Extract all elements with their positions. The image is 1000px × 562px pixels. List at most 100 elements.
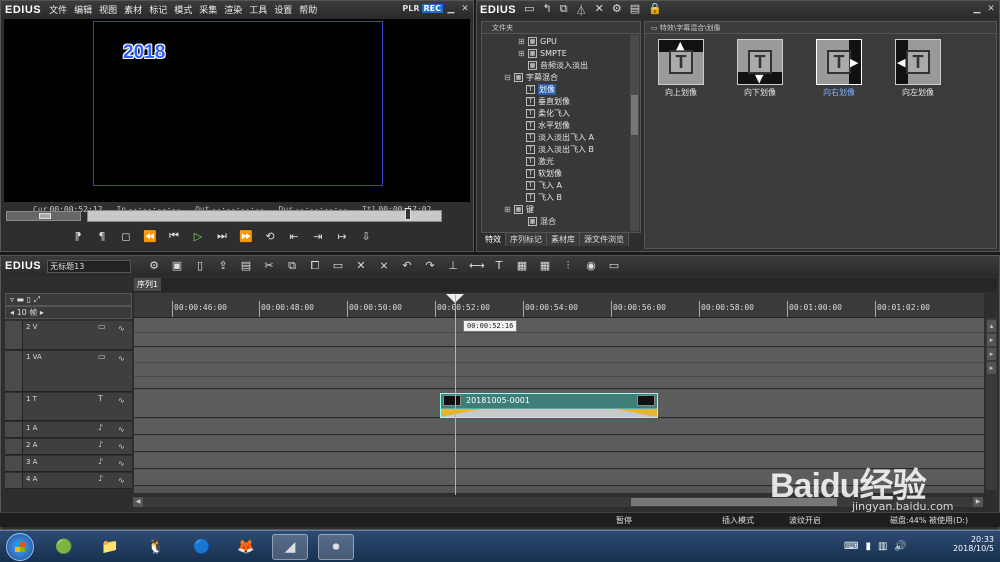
folder-icon[interactable]: ▭ — [524, 2, 534, 18]
insert-icon[interactable]: ⇤ — [287, 230, 301, 243]
shuttle-slider[interactable] — [6, 211, 81, 221]
close-icon[interactable]: ✕ — [986, 3, 996, 14]
track-header-1a[interactable]: 1 A ♪ ∿ — [5, 422, 132, 438]
speaker-icon[interactable]: ♪ — [98, 457, 103, 466]
effect-wipe-down[interactable]: T ▼ 向下划像 — [730, 39, 790, 98]
mixer-icon[interactable]: ∿ — [118, 396, 125, 405]
menu-marker[interactable]: 标记 — [149, 3, 167, 16]
scroll-right-icon[interactable]: ▶ — [973, 497, 983, 507]
tree-scrollbar[interactable] — [630, 35, 639, 231]
track-header-2a[interactable]: 2 A ♪ ∿ — [5, 439, 132, 455]
tree-item-smpte[interactable]: ⊞ ▦ SMPTE — [518, 48, 567, 59]
tree-item-vertical-wipe[interactable]: T 垂直划像 — [526, 96, 570, 107]
taskbar-clock[interactable]: 20:33 2018/10/5 — [953, 535, 994, 553]
timescale-selector[interactable]: ◂ 10 帧 ▸ — [5, 306, 132, 319]
track-header-2v[interactable]: 2 V ▭ ∿ — [5, 321, 132, 350]
track-header-3a[interactable]: 3 A ♪ ∿ — [5, 456, 132, 472]
tree-item-audio-fade[interactable]: ▦ 音频淡入淡出 — [518, 60, 588, 71]
media-player-icon[interactable]: 🔵 — [184, 534, 220, 560]
loop-icon[interactable]: ⟲ — [263, 230, 277, 243]
tab-sequence-1[interactable]: 序列1 — [134, 278, 162, 291]
paste-icon[interactable]: ⧠ — [308, 259, 322, 273]
rec-button[interactable]: REC — [421, 4, 443, 13]
track-row-1va[interactable] — [134, 348, 984, 389]
set-out-icon[interactable]: ¶ — [95, 230, 109, 243]
volume-icon[interactable]: 🔊 — [894, 541, 906, 552]
tree-item-wipe[interactable]: T 划像 — [526, 84, 556, 95]
expand-icon[interactable]: ⊞ — [504, 205, 512, 214]
track-switch[interactable] — [5, 321, 23, 349]
overwrite-icon[interactable]: ⇥ — [311, 230, 325, 243]
menu-mode[interactable]: 模式 — [174, 3, 192, 16]
track-row-2v[interactable] — [134, 318, 984, 347]
speaker-icon[interactable]: ♪ — [98, 440, 103, 449]
file-explorer-icon[interactable]: 📁 — [92, 534, 128, 560]
project-name-field[interactable]: 无标题13 — [47, 259, 132, 273]
tree-item-fade-fly-b[interactable]: T 淡入淡出飞入 B — [526, 144, 594, 155]
transition-out-marker[interactable] — [617, 409, 657, 417]
menu-tools[interactable]: 工具 — [249, 3, 267, 16]
open-icon[interactable]: ⇪ — [216, 259, 230, 273]
settings-icon[interactable]: ⚙ — [147, 259, 161, 273]
expand-icon[interactable]: ⊞ — [518, 49, 526, 58]
tree-item-blend[interactable]: ▦ 混合 — [518, 216, 556, 227]
undo-icon[interactable]: ↶ — [400, 259, 414, 273]
color-icon[interactable]: ▦ — [515, 259, 529, 273]
plr-rec-toggle[interactable]: PLR REC — [402, 4, 443, 13]
link-icon[interactable]: ⟷ — [469, 259, 485, 273]
menu-file[interactable]: 文件 — [49, 3, 67, 16]
track-switch[interactable] — [5, 351, 23, 391]
scroll-left-icon[interactable]: ◀ — [133, 497, 143, 507]
title-clip[interactable]: 20181005-0001 — [440, 393, 658, 418]
minimize-icon[interactable]: ▁ — [446, 3, 456, 14]
fast-forward-icon[interactable]: ⏩ — [239, 230, 253, 243]
trim-icon[interactable]: ↦ — [335, 230, 349, 243]
menu-settings[interactable]: 设置 — [274, 3, 292, 16]
tab-source-browser[interactable]: 源文件浏览 — [580, 233, 629, 246]
tab-effects[interactable]: 特效 — [481, 233, 506, 246]
position-slider[interactable] — [87, 208, 442, 222]
qq-icon[interactable]: 🐧 — [138, 534, 174, 560]
track-row-1a[interactable] — [134, 419, 984, 435]
mixer-icon[interactable]: ∿ — [118, 459, 125, 468]
scroll-icon[interactable]: ▸ — [987, 334, 996, 346]
menu-render[interactable]: 渲染 — [224, 3, 242, 16]
effect-wipe-up[interactable]: T ▲ 向上划像 — [651, 39, 711, 98]
title-icon[interactable]: T — [492, 259, 506, 273]
browser-360-icon[interactable]: 🟢 — [46, 534, 82, 560]
sort-icon[interactable]: ⏃ — [576, 2, 587, 18]
mixer-icon[interactable]: ∿ — [118, 442, 125, 451]
minimize-icon[interactable]: ▁ — [972, 3, 982, 14]
tree-item-fade-fly-a[interactable]: T 淡入淡出飞入 A — [526, 132, 594, 143]
status-ripple[interactable]: 波纹开启 — [789, 515, 821, 526]
menu-view[interactable]: 视图 — [99, 3, 117, 16]
set-in-icon[interactable]: ⁋ — [71, 230, 85, 243]
video-icon[interactable]: ▭ — [98, 352, 106, 361]
menu-clip[interactable]: 素材 — [124, 3, 142, 16]
track-switch[interactable] — [5, 439, 23, 454]
capture-icon[interactable]: ▣ — [170, 259, 184, 273]
save-icon[interactable]: ▤ — [239, 259, 253, 273]
expand-icon[interactable]: ⊞ — [518, 37, 526, 46]
redo-icon[interactable]: ↷ — [423, 259, 437, 273]
title-icon[interactable]: T — [98, 394, 103, 403]
transition-in-marker[interactable] — [441, 409, 481, 417]
tree-scroll-thumb[interactable] — [631, 95, 638, 135]
close-icon[interactable]: ✕ — [460, 3, 470, 14]
plr-button[interactable]: PLR — [402, 4, 419, 13]
ripple-delete-icon[interactable]: ⨯ — [377, 259, 391, 273]
filter-icon[interactable]: ⚙ — [612, 2, 622, 18]
timeline-ruler[interactable]: 00:00:46:00 00:00:48:00 00:00:50:00 00:0… — [134, 293, 984, 318]
track-switch[interactable] — [5, 393, 23, 420]
stop-icon[interactable]: ◻ — [119, 230, 133, 243]
marker-icon[interactable]: ⊥ — [446, 259, 460, 273]
track-switch[interactable] — [5, 473, 23, 488]
menu-help[interactable]: 帮助 — [299, 3, 317, 16]
speaker-icon[interactable]: ♪ — [98, 474, 103, 483]
up-folder-icon[interactable]: ↰ — [543, 2, 552, 18]
playhead-line[interactable] — [455, 295, 456, 495]
grid-icon[interactable]: ▦ — [538, 259, 552, 273]
tree-item-fly-in-b[interactable]: T 飞入 B — [526, 192, 562, 203]
menu-edit[interactable]: 编辑 — [74, 3, 92, 16]
export-icon[interactable]: ⇩ — [359, 230, 373, 243]
